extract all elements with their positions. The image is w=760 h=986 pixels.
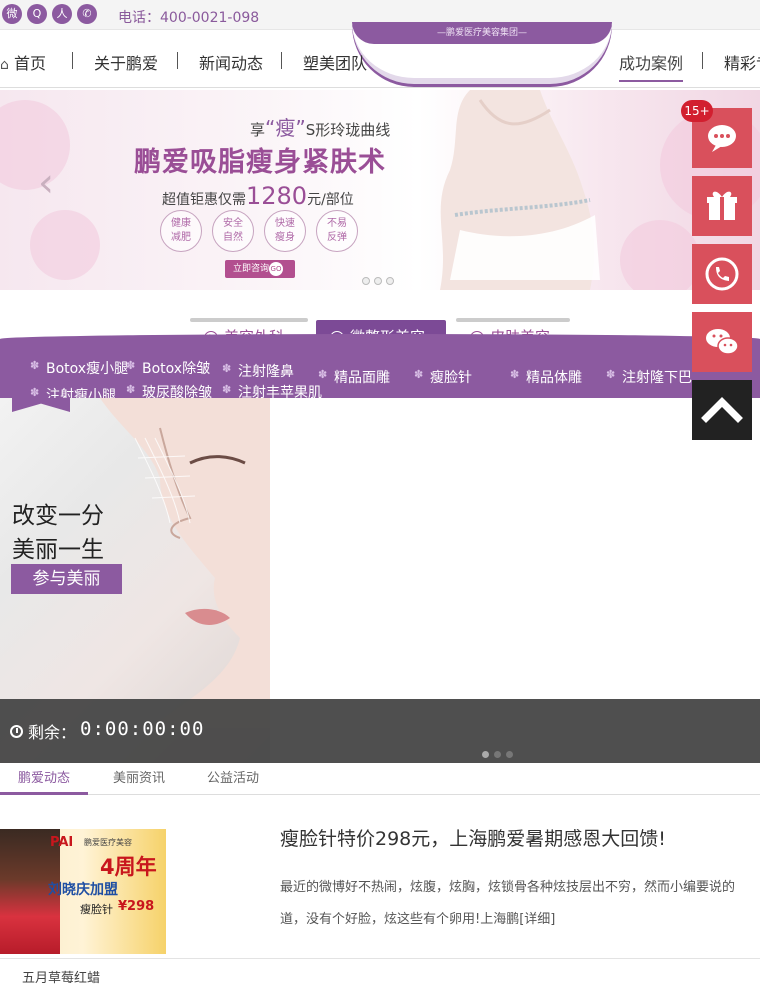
subnav-item[interactable]: Botox瘦小腿 <box>30 358 128 378</box>
treatment-subnav: Botox瘦小腿 Botox除皱 注射隆鼻 精品面雕 瘦脸针 精品体雕 注射隆下… <box>0 334 760 404</box>
nav-item-home[interactable]: ⌂ 首页 <box>0 50 46 74</box>
news-list-item[interactable]: 五月草莓红蜡 <box>22 967 100 986</box>
banner-title: 鹏爱吸脂瘦身紧肤术 <box>134 147 386 178</box>
emblem-text: —鹏爱医疗美容集团— <box>436 28 527 38</box>
join-button[interactable]: 参与美丽 <box>11 564 122 594</box>
nav-item-team[interactable]: 塑美团队 <box>303 50 367 74</box>
brand-emblem: —鹏爱医疗美容集团— <box>352 22 612 84</box>
phone-icon <box>705 257 739 291</box>
news-thumbnail[interactable]: PAI 鹏爱医疗美容 4周年 刘晓庆加盟 瘦脸针 ¥298 <box>0 829 166 954</box>
model-body-image <box>440 90 600 290</box>
news-tab-beauty[interactable]: 美丽资讯 <box>113 767 165 786</box>
divider <box>0 958 760 959</box>
phone-number: 电话：400-0021-098 <box>118 10 260 26</box>
renren-icon[interactable]: 人 <box>52 4 72 24</box>
phone-button[interactable] <box>692 244 752 304</box>
unread-badge: 15+ <box>681 100 713 122</box>
wechat-icon[interactable]: ✆ <box>77 4 97 24</box>
banner-tag: 安全 自然 <box>212 210 254 252</box>
subnav-item[interactable]: Botox除皱 <box>126 358 210 378</box>
thumb-brand: PAI <box>50 835 74 850</box>
gift-icon <box>707 191 737 220</box>
countdown-bar: 剩余： 0:00:00:00 <box>0 699 760 763</box>
promo-pagination <box>482 743 518 762</box>
banner-pagination <box>362 270 398 289</box>
subnav-item[interactable]: 注射隆下巴 <box>606 367 692 387</box>
back-to-top-button[interactable] <box>692 380 752 440</box>
thumb-headline: 4周年 <box>100 855 157 879</box>
subnav-item[interactable]: 精品面雕 <box>318 367 390 387</box>
promo-line-2: 美丽一生 <box>12 537 104 563</box>
banner-dot[interactable] <box>374 277 382 285</box>
subnav-item[interactable]: 注射隆鼻 <box>222 361 294 381</box>
banner-dot[interactable] <box>362 277 370 285</box>
promo-dot[interactable] <box>482 751 489 758</box>
wechat-button[interactable] <box>692 312 752 372</box>
banner-subtitle: 享“瘦”S形玲珑曲线 <box>250 116 391 140</box>
countdown-label: 剩余： <box>28 723 77 742</box>
banner-cta-button[interactable]: 立即咨询 GO <box>225 260 295 278</box>
banner-price: 超值钜惠仅需1280元/部位 <box>162 182 354 210</box>
thumb-celebrity: 刘晓庆加盟 <box>48 882 118 898</box>
thumb-sub: 鹏爱医疗美容 <box>84 838 132 847</box>
thumb-item: 瘦脸针 <box>80 903 113 916</box>
nav-label-home: 首页 <box>13 54 46 73</box>
nav-item-topics[interactable]: 精彩专题 <box>724 50 760 74</box>
banner-dot[interactable] <box>386 277 394 285</box>
nav-divider <box>281 52 282 69</box>
qzone-icon[interactable]: Q <box>27 4 47 24</box>
news-title[interactable]: 瘦脸针特价298元，上海鹏爱暑期感恩大回馈! <box>280 824 666 851</box>
clock-icon <box>10 725 23 738</box>
banner-prev-icon[interactable]: ‹ <box>38 160 54 206</box>
hero-banner[interactable]: ‹ 享“瘦”S形玲珑曲线 鹏爱吸脂瘦身紧肤术 超值钜惠仅需1280元/部位 健康… <box>0 90 760 290</box>
news-tab-pengai[interactable]: 鹏爱动态 <box>0 767 89 795</box>
news-excerpt: 最近的微博好不热闹，炫腹，炫胸，炫锁骨各种炫技层出不穷，然而小编要说的 道，没有… <box>280 880 736 927</box>
news-tab-charity[interactable]: 公益活动 <box>207 767 259 786</box>
subnav-item[interactable]: 精品体雕 <box>510 367 582 387</box>
nav-divider <box>72 52 73 69</box>
thumb-price: ¥298 <box>118 899 155 914</box>
wechat-icon <box>706 329 739 355</box>
main-nav: —鹏爱医疗美容集团— ⌂ 首页 关于鹏爱 新闻动态 塑美团队 成功案例 精彩专题 <box>0 22 760 88</box>
banner-tag: 快速 瘦身 <box>264 210 306 252</box>
countdown-timer: 0:00:00:00 <box>80 718 205 740</box>
subnav-item[interactable]: 瘦脸针 <box>414 367 472 387</box>
nav-item-about[interactable]: 关于鹏爱 <box>94 50 158 74</box>
nav-item-news[interactable]: 新闻动态 <box>199 50 263 74</box>
banner-tag: 健康 减肥 <box>160 210 202 252</box>
home-icon: ⌂ <box>0 57 9 73</box>
promo-dot[interactable] <box>506 751 513 758</box>
go-icon: GO <box>269 262 283 276</box>
nav-divider <box>702 52 703 69</box>
weibo-icon[interactable]: 微 <box>2 4 22 24</box>
promo-dot[interactable] <box>494 751 501 758</box>
banner-tag: 不易 反弹 <box>316 210 358 252</box>
nav-divider <box>177 52 178 69</box>
back-to-top-icon <box>701 397 743 423</box>
promo-line-1: 改变一分 <box>12 503 104 529</box>
nav-item-cases[interactable]: 成功案例 <box>619 50 684 82</box>
news-tabs: 鹏爱动态 美丽资讯 公益活动 <box>0 763 760 795</box>
gift-button[interactable] <box>692 176 752 236</box>
